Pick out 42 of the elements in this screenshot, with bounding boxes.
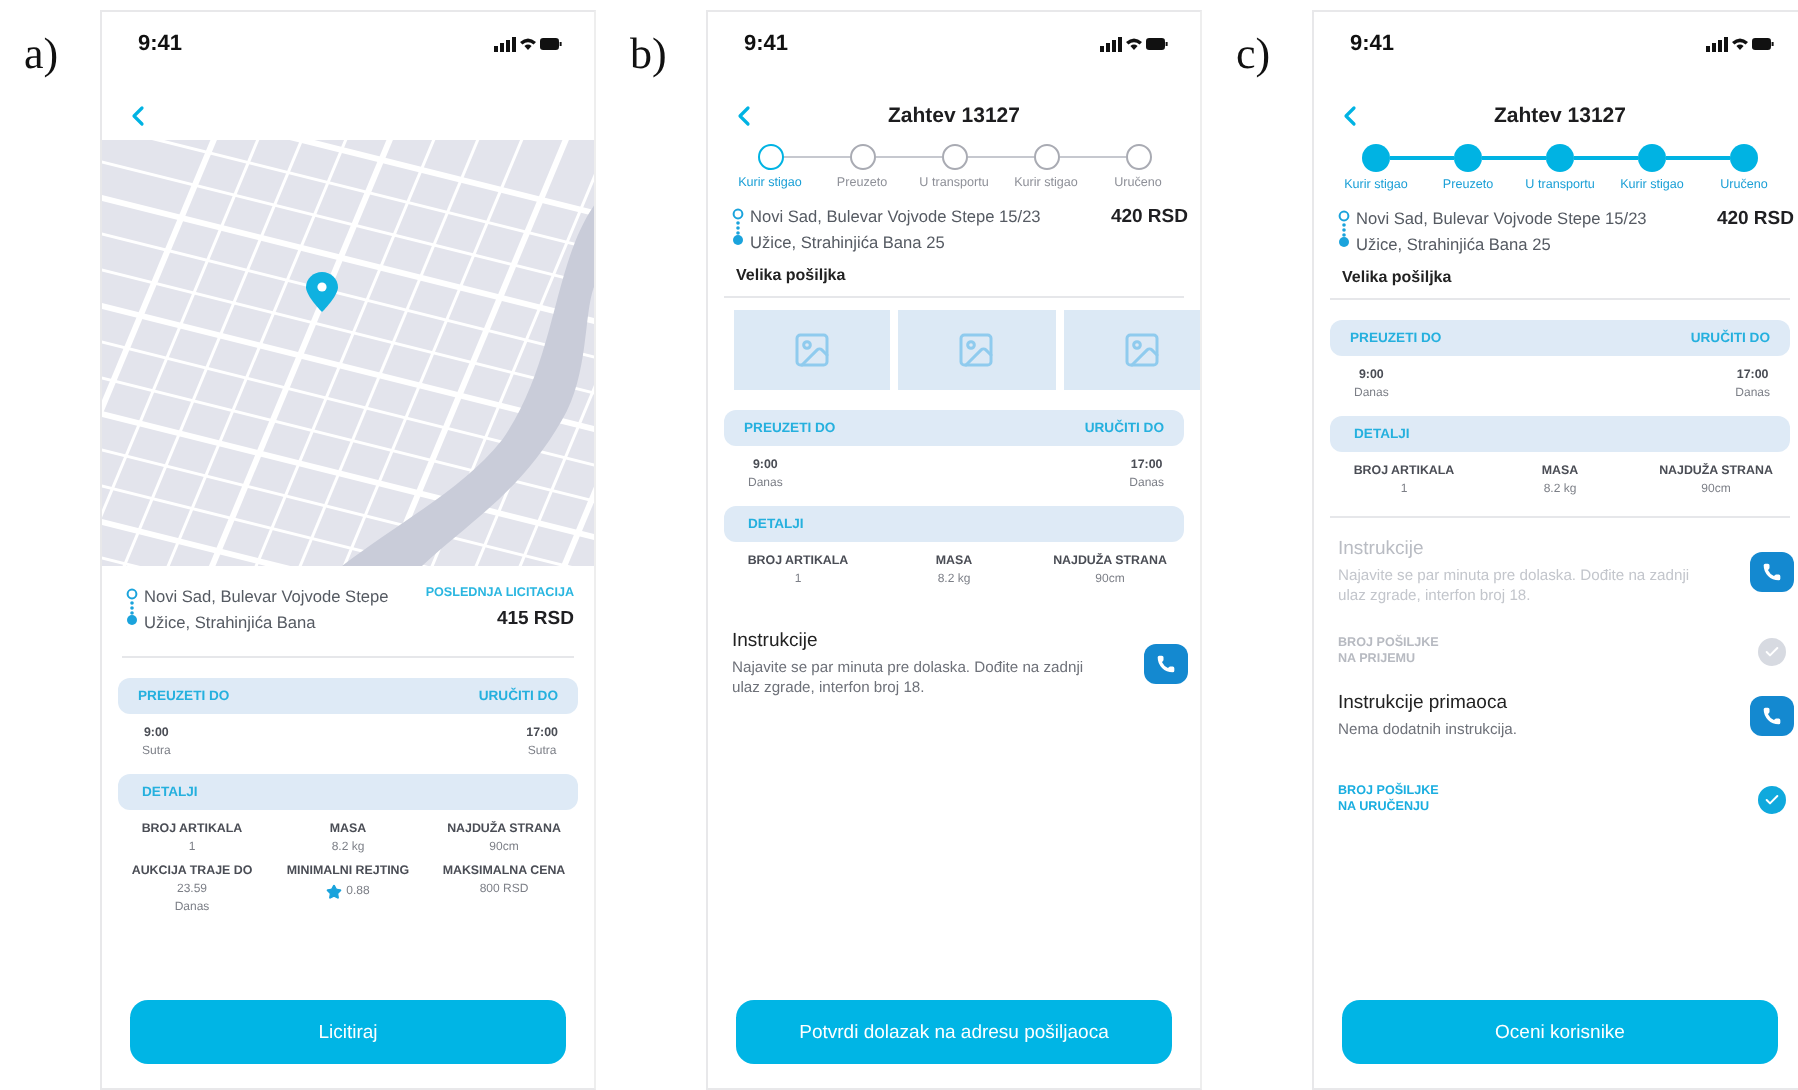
status-time: 9:41 — [1350, 32, 1395, 56]
screen-title: Zahtev 13127 — [886, 104, 1022, 128]
price: 420 RSD — [1110, 206, 1188, 228]
panel-label: c) — [1234, 26, 1273, 80]
instruction-title: Instrukcije — [732, 630, 820, 652]
route-icon — [1338, 210, 1350, 248]
status-time: 9:41 — [138, 32, 183, 56]
delivery-address: Užice, Strahinjića Bana 25 — [750, 232, 947, 252]
instruction-title: Instrukcije — [1338, 538, 1426, 560]
status-icons — [1706, 36, 1774, 52]
status-time: 9:41 — [744, 32, 789, 56]
route-icon — [126, 588, 138, 626]
call-button[interactable] — [1750, 552, 1794, 593]
package-size: Velika pošiljka — [734, 264, 848, 284]
map-pin-icon — [306, 272, 338, 312]
star-icon — [326, 884, 343, 900]
image-icon — [956, 330, 997, 370]
status-icons — [1100, 36, 1168, 52]
package-size: Velika pošiljka — [1340, 266, 1454, 286]
pickup-address: Novi Sad, Bulevar Vojvode Stepe 15/23 — [1356, 208, 1649, 228]
phone-icon — [1156, 654, 1176, 675]
panel-label: a) — [22, 26, 61, 80]
image-icon — [1121, 330, 1162, 370]
action-button[interactable]: Licitiraj — [130, 1000, 566, 1064]
image-icon — [792, 330, 833, 370]
price: 420 RSD — [1716, 208, 1794, 230]
action-button[interactable]: Potvrdi dolazak na adresu pošiljaoca — [736, 1000, 1172, 1064]
status-icons — [494, 36, 562, 52]
price: 415 RSD — [496, 608, 574, 630]
delivery-address: Užice, Strahinjića Bana — [144, 612, 318, 632]
phone-icon — [1762, 562, 1782, 583]
call-button[interactable] — [1750, 695, 1794, 736]
action-button[interactable]: Oceni korisnike — [1342, 1000, 1778, 1064]
phone-icon — [1762, 705, 1782, 726]
panel-label: b) — [628, 26, 669, 80]
delivery-address: Užice, Strahinjića Bana 25 — [1356, 234, 1553, 254]
screen-title: Zahtev 13127 — [1492, 104, 1628, 128]
route-icon — [732, 208, 744, 246]
pickup-address: Novi Sad, Bulevar Vojvode Stepe 15/23 — [750, 206, 1043, 226]
instruction-title: Instrukcije primaoca — [1338, 691, 1509, 714]
pickup-address: Novi Sad, Bulevar Vojvode Stepe — [144, 586, 391, 606]
call-button[interactable] — [1144, 644, 1188, 685]
